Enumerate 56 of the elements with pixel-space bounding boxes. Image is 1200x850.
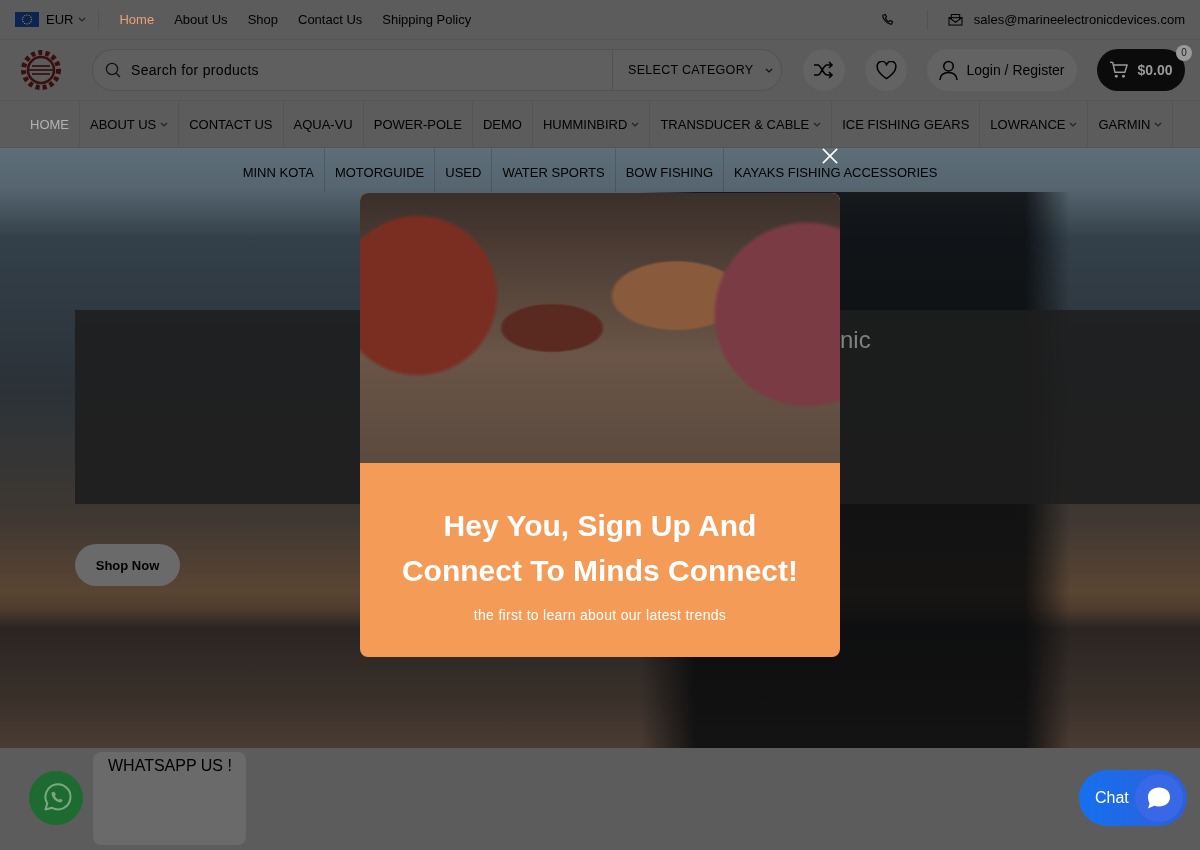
nav-link[interactable]: GARMIN [1088,101,1174,147]
search-icon [105,62,121,78]
cart-icon [1109,61,1130,79]
close-icon [822,148,838,164]
phone-bubble-icon[interactable] [29,771,83,825]
chat-bubble-icon [1135,774,1183,822]
menu-link[interactable]: MOTORGUIDE [324,165,435,180]
caret-icon [1154,121,1163,127]
top-link[interactable]: Shop [247,12,278,27]
top-link[interactable]: Contact Us [298,12,363,27]
caret-icon [813,121,822,127]
whatsapp-label[interactable]: WHATSAPP US ! [93,752,246,845]
nav-link[interactable]: HOME [20,101,80,147]
menu-link[interactable]: MINN KOTA [232,165,324,180]
nav-link[interactable]: HUMMINBIRD [532,101,651,147]
menu-link[interactable]: WATER SPORTS [492,165,615,180]
popup-subtitle: the first to learn about our latest trends [472,606,728,625]
hero-title: nic [840,326,871,354]
popup-heading: Hey You, Sign Up And Connect To Minds Connect! [400,508,800,589]
email-link[interactable]: sales@marineelectronicdevices.com [973,12,1185,27]
flag-icon [15,12,39,27]
caret-icon [765,67,774,73]
nav-link[interactable]: LOWRANCE [980,101,1089,147]
email-icon [947,13,963,26]
menu-link[interactable]: KAYAKS FISHING ACCESSORIES [724,165,948,180]
close-button[interactable] [822,148,838,164]
currency-selector[interactable]: EUR [46,12,87,27]
caret-icon [631,121,640,127]
nav-link[interactable]: CONTACT US [179,101,284,147]
user-icon [939,59,959,81]
nav-link[interactable]: POWER-POLE [363,101,473,147]
category-select[interactable]: SELECT CATEGORY [612,49,782,91]
nav-link[interactable]: AQUA-VU [283,101,364,147]
heart-icon [875,60,897,80]
shuffle-button[interactable] [803,49,845,91]
search-field[interactable]: Search for products [92,49,612,91]
cart-count-badge: 0 [1176,45,1192,61]
shuffle-icon [813,61,835,79]
caret-icon [1069,121,1078,127]
wishlist-button[interactable] [865,49,907,91]
top-link[interactable]: Shipping Policy [382,12,472,27]
top-link[interactable]: About Us [174,12,228,27]
logo-icon[interactable] [20,49,62,91]
login-button[interactable]: Login / Register [927,49,1077,91]
caret-icon [78,17,87,22]
shop-now-button[interactable]: Shop Now [75,544,180,586]
caret-icon [160,121,169,127]
top-link[interactable]: Home [119,12,155,27]
nav-link[interactable]: TRANSDUCER & CABLE [650,101,833,147]
phone-icon [880,13,894,26]
chat-button[interactable]: Chat [1079,770,1187,826]
menu-link[interactable]: BOW FISHING [615,165,724,180]
menu-link[interactable]: USED [435,165,492,180]
nav-link[interactable]: DEMO [472,101,533,147]
nav-link[interactable]: ABOUT US [80,101,180,147]
nav-link[interactable]: ICE FISHING GEARS [832,101,981,147]
